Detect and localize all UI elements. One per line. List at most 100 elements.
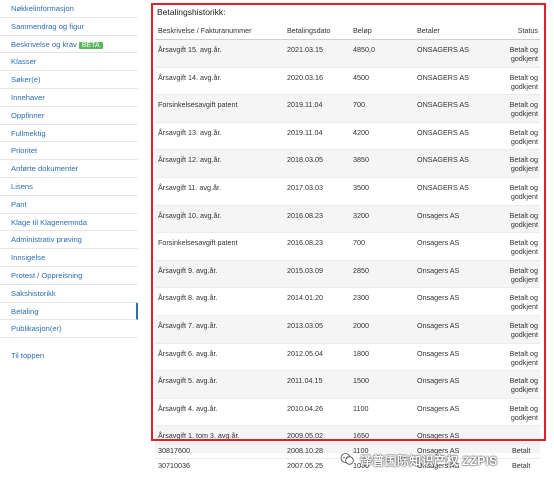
cell-description: Årsavgift 9. avg.år. <box>155 259 284 288</box>
sidebar-item-label: Protest / Oppreisning <box>11 270 83 280</box>
sidebar-item-label: Publikasjon(er) <box>11 324 62 334</box>
sidebar-item-label: Sammendrag og figur <box>11 21 85 31</box>
sidebar-item-label: Sakshistorikk <box>11 288 56 298</box>
table-row: Årsavgift 14. avg.år. 2020.03.16 4500 ONSAG… <box>155 66 540 95</box>
cell-description: Forsinkelsesavgift patent <box>155 232 284 261</box>
sidebar-item-17[interactable]: Betaling <box>0 302 138 321</box>
cell-amount: 3200 <box>350 204 414 233</box>
cell-status: Betalt og godkjent <box>502 121 540 150</box>
col-header-date: Betalingsdato <box>284 22 350 40</box>
cell-amount: 2850 <box>350 259 414 288</box>
cell-date: 2018.03.05 <box>284 149 350 178</box>
sidebar-item-label: Lisens <box>11 181 33 191</box>
sidebar-item-7[interactable]: Fullmektig <box>0 125 138 143</box>
col-header-description: Beskrivelse / Fakturanummer <box>155 22 284 40</box>
sidebar-item-4[interactable]: Søker(e) <box>0 71 138 89</box>
cell-status: Betalt og godkjent <box>502 94 540 123</box>
sidebar-item-12[interactable]: Klage til Klagenemnda <box>0 214 138 232</box>
cell-status: Betalt og godkjent <box>502 204 540 233</box>
cell-status: Betalt og godkjent <box>502 287 540 316</box>
cell-amount: 3500 <box>350 176 414 206</box>
sidebar-item-label: Søker(e) <box>11 75 41 85</box>
cell-payer: Onsagers AS <box>414 314 502 344</box>
cell-amount: 4200 <box>350 121 414 150</box>
table-row: Årsavgift 7. avg.år. 2013.03.05 2000 Onsage… <box>155 314 540 344</box>
cell-status: Betalt og godkjent <box>502 66 540 95</box>
cell-date: 2021.03.15 <box>284 39 350 68</box>
cell-payer: Onsagers AS <box>414 232 502 261</box>
cell-status: Betalt og godkjent <box>502 259 540 288</box>
sidebar-item-label: Beskrivelse og krav <box>11 39 77 49</box>
cell-status: Betalt og godkjent <box>502 149 540 178</box>
sidebar-item-13[interactable]: Administrativ prøving <box>0 231 138 250</box>
cell-payer: ONSAGERS AS <box>414 121 502 150</box>
table-row: Årsavgift 10. avg.år. 2016.08.23 3200 Onsag… <box>155 204 540 233</box>
sidebar-item-18[interactable]: Publikasjon(er) <box>0 320 138 339</box>
cell-date: 2017.03.03 <box>284 176 350 206</box>
sidebar-item-5[interactable]: Innehaver <box>0 89 138 107</box>
cell-status: Betalt og godkjent <box>502 314 540 344</box>
sidebar-item-3[interactable]: Klasser <box>0 53 138 72</box>
cell-date: 2015.03.09 <box>284 259 350 288</box>
cell-description: Forsinkelsesavgift patent <box>155 94 284 123</box>
table-row: Forsinkelsesavgift patent 2019.11.04 700 ON… <box>155 94 540 123</box>
cell-date: 2019.11.04 <box>284 121 350 150</box>
sidebar-item-6[interactable]: Oppfinner <box>0 107 138 125</box>
sidebar-item-10[interactable]: Lisens <box>0 178 138 196</box>
cell-description: Årsavgift 13. avg.år. <box>155 121 284 150</box>
sidebar-item-2[interactable]: Beskrivelse og krav BETA <box>0 36 138 54</box>
cell-description: Årsavgift 15. avg.år. <box>155 39 284 68</box>
table-row: Årsavgift 4. avg.år. 2010.04.26 1100 Onsage… <box>155 397 540 426</box>
cell-date: 2012.05.04 <box>284 342 350 371</box>
sidebar-item-11[interactable]: Pant <box>0 196 138 214</box>
cell-status: Betalt og godkjent <box>502 397 540 426</box>
sidebar-item-9[interactable]: Anførte dokumenter <box>0 160 138 178</box>
col-header-status: Status <box>502 22 540 40</box>
cell-date: 2011.04.15 <box>284 370 350 399</box>
cell-payer: Onsagers AS <box>414 204 502 233</box>
cell-description: 30710036 <box>158 461 190 470</box>
table-row: Årsavgift 6. avg.år. 2012.05.04 1800 Onsage… <box>155 342 540 371</box>
sidebar-item-label: Klage til Klagenemnda <box>11 217 87 227</box>
table-row: Årsavgift 12. avg.år. 2018.03.05 3850 ONSAG… <box>155 149 540 178</box>
cell-payer: Onsagers AS <box>414 342 502 371</box>
sidebar-item-label: Nøkkelinformasjon <box>11 4 74 13</box>
cell-date: 2013.03.05 <box>284 314 350 344</box>
sidebar-item-14[interactable]: Innsigelse <box>0 249 138 267</box>
cell-payer: ONSAGERS AS <box>414 176 502 206</box>
cell-description: Årsavgift 4. avg.år. <box>155 397 284 426</box>
cell-description: Årsavgift 11. avg.år. <box>155 176 284 206</box>
wechat-icon <box>340 453 354 465</box>
table-row: Årsavgift 9. avg.år. 2015.03.09 2850 Onsage… <box>155 259 540 288</box>
cell-amount: 2300 <box>350 287 414 316</box>
cell-date: 2007.05.25 <box>287 461 323 470</box>
cell-amount: 1500 <box>350 370 414 399</box>
cell-payer: Onsagers AS <box>414 397 502 426</box>
cell-amount: 700 <box>350 94 414 123</box>
payment-history-table: Beskrivelse / Fakturanummer Betalingsdat… <box>155 22 540 454</box>
table-row: Årsavgift 8. avg.år. 2014.01.20 2300 Onsage… <box>155 287 540 316</box>
table-row: Forsinkelsesavgift patent 2016.08.23 700 On… <box>155 232 540 261</box>
cell-status: Betalt og godkjent <box>502 370 540 399</box>
section-title: Betalingshistorikk: <box>157 7 226 17</box>
sidebar-item-label: Innsigelse <box>11 253 46 263</box>
sidebar-item-0[interactable]: Nøkkelinformasjon <box>0 0 138 18</box>
cell-status: Betalt <box>512 461 531 470</box>
cell-amount: 4500 <box>350 66 414 95</box>
cell-amount: 2000 <box>350 314 414 344</box>
cell-date: 2010.04.26 <box>284 397 350 426</box>
cell-payer: ONSAGERS AS <box>414 94 502 123</box>
col-header-payer: Betaler <box>414 22 502 40</box>
sidebar-item-15[interactable]: Protest / Oppreisning <box>0 267 138 285</box>
cell-description: 30817600 <box>158 446 190 455</box>
cell-date: 2019.11.04 <box>284 94 350 123</box>
sidebar-item-8[interactable]: Prioritet <box>0 142 138 161</box>
cell-date: 2014.01.20 <box>284 287 350 316</box>
back-to-top-link[interactable]: Til toppen <box>11 351 44 360</box>
col-header-amount: Beløp <box>350 22 414 40</box>
sidebar-item-label: Prioritet <box>11 146 38 156</box>
sidebar-item-16[interactable]: Sakshistorikk <box>0 285 138 303</box>
cell-payer: ONSAGERS AS <box>414 66 502 95</box>
cell-amount: 700 <box>350 232 414 261</box>
sidebar-item-1[interactable]: Sammendrag og figur <box>0 18 138 36</box>
